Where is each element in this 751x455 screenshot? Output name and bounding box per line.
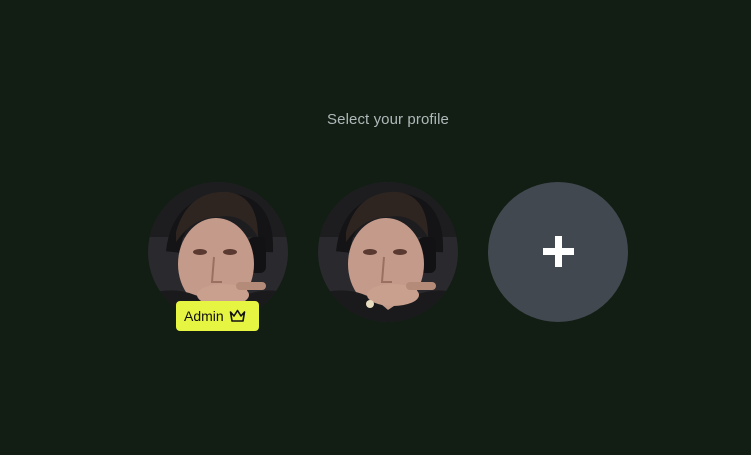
avatar-photo <box>318 182 458 322</box>
admin-badge-label: Admin <box>184 308 224 324</box>
page-title: Select your profile <box>327 111 449 128</box>
admin-badge: Admin <box>176 301 259 331</box>
add-profile-button[interactable] <box>488 182 628 322</box>
crown-icon <box>229 309 245 322</box>
profile-avatar-2[interactable] <box>318 182 458 322</box>
